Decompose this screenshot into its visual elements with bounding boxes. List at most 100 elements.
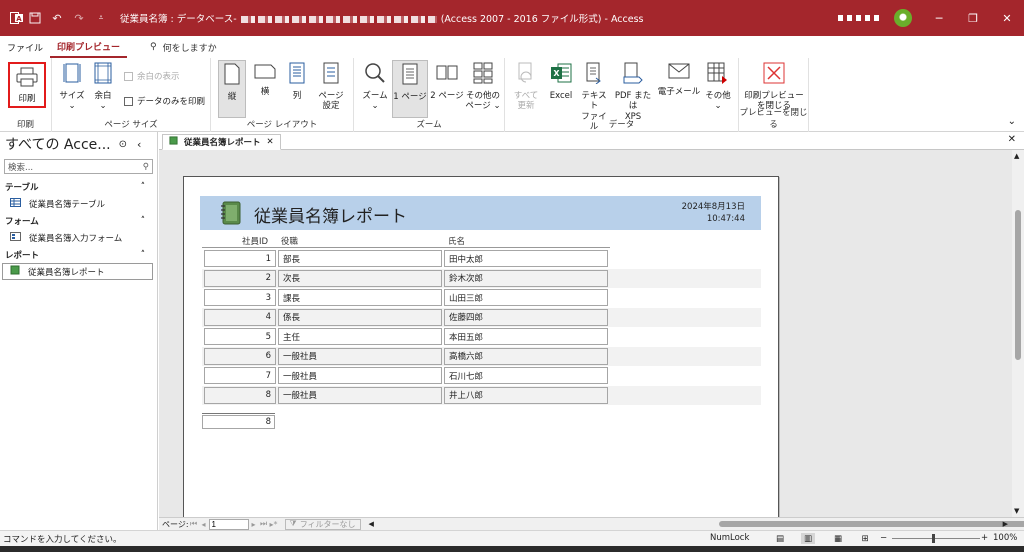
layout-view-icon[interactable]: ▦ xyxy=(831,533,845,544)
two-pages-button[interactable]: 2 ページ xyxy=(430,62,464,101)
name-cell: 石川七郎 xyxy=(444,367,608,384)
employee-id-cell: 8 xyxy=(204,386,276,404)
name-cell: 鈴木次郎 xyxy=(444,269,608,287)
vertical-scrollbar[interactable]: ▲ ▼ xyxy=(1012,150,1024,517)
svg-text:X: X xyxy=(553,69,560,78)
collapse-ribbon-icon[interactable]: ⌄ xyxy=(1008,116,1016,127)
nav-item-employee-form[interactable]: 従業員名簿入力フォーム xyxy=(0,229,157,246)
minimize-button[interactable]: ─ xyxy=(922,0,956,36)
print-preview-view-icon[interactable]: ▥ xyxy=(801,533,815,544)
role-cell: 次長 xyxy=(278,269,442,287)
restore-button[interactable]: ❐ xyxy=(956,0,990,36)
table-row: 2 次長 鈴木次郎 xyxy=(202,268,761,288)
margins-button[interactable]: 余白 ⌄ xyxy=(90,62,116,112)
close-button[interactable]: ✕ xyxy=(990,0,1024,36)
zoom-in-icon[interactable]: + xyxy=(981,533,988,543)
nav-pane-header[interactable]: すべての Acce... ⊙ ‹ xyxy=(0,132,157,156)
print-button[interactable]: 印刷 xyxy=(8,62,46,108)
zoom-slider[interactable] xyxy=(892,538,980,539)
export-email-button[interactable]: 電子メール xyxy=(657,62,701,97)
page-setup-icon xyxy=(315,62,347,88)
text-file-icon xyxy=(578,62,610,88)
more-pages-button[interactable]: その他の ページ ⌄ xyxy=(464,62,502,112)
filter-status[interactable]: ⧩ フィルターなし xyxy=(284,518,361,530)
nav-menu-dropdown-icon[interactable]: ⊙ xyxy=(119,139,127,150)
page-number-input[interactable] xyxy=(208,518,249,530)
prev-page-button[interactable]: ◂ xyxy=(199,520,209,529)
design-view-icon[interactable]: ⊞ xyxy=(858,533,872,544)
tab-print-preview[interactable]: 印刷プレビュー xyxy=(50,36,128,58)
vertical-scroll-thumb[interactable] xyxy=(1015,210,1021,360)
close-print-preview-button[interactable]: 印刷プレビュー を閉じる xyxy=(741,62,807,112)
tab-employee-report[interactable]: 従業員名簿レポート ✕ xyxy=(162,134,281,150)
close-tab-icon[interactable]: ✕ xyxy=(267,137,274,147)
role-cell: 一般社員 xyxy=(278,367,442,384)
collapse-nav-icon[interactable]: ‹ xyxy=(137,138,141,151)
horizontal-scroll-thumb[interactable] xyxy=(719,521,1024,527)
undo-icon[interactable]: ↶ xyxy=(46,7,68,29)
report-page: 従業員名簿レポート 2024年8月13日 10:47:44 社員ID 役職 氏名… xyxy=(183,176,779,517)
tab-file[interactable]: ファイル xyxy=(0,36,50,58)
report-date: 2024年8月13日 xyxy=(681,202,745,212)
employee-id-cell: 7 xyxy=(204,367,276,384)
refresh-all-button[interactable]: すべて 更新 xyxy=(511,62,541,112)
save-icon[interactable] xyxy=(24,7,46,29)
search-icon: ⚲ xyxy=(142,161,149,172)
one-page-button[interactable]: 1 ページ xyxy=(392,60,428,118)
nav-item-employee-table[interactable]: 従業員名簿テーブル xyxy=(0,195,157,212)
landscape-button[interactable]: 横 xyxy=(251,62,279,97)
size-button[interactable]: サイズ ⌄ xyxy=(58,62,86,112)
zoom-group-label: ズーム xyxy=(416,120,442,130)
column-header-role: 役職 xyxy=(281,237,299,247)
next-page-button[interactable]: ▸ xyxy=(249,520,259,529)
search-icon: ⚲ xyxy=(150,42,157,52)
excel-icon: X xyxy=(546,62,576,88)
table-row: 5 主任 本田五郎 xyxy=(202,327,761,346)
nav-search-input[interactable]: 検索... ⚲ xyxy=(4,159,153,174)
new-page-button[interactable]: ▸* xyxy=(269,520,279,529)
customize-toolbar-icon[interactable]: ⩡ xyxy=(90,7,112,29)
report-header: 従業員名簿レポート 2024年8月13日 10:47:44 xyxy=(200,196,761,230)
last-page-button[interactable]: ⏭ xyxy=(259,519,269,529)
report-view-icon[interactable]: ▤ xyxy=(773,533,787,544)
redo-icon[interactable]: ↷ xyxy=(68,7,90,29)
zoom-button[interactable]: ズーム ⌄ xyxy=(360,62,390,112)
table-icon xyxy=(10,197,21,210)
redacted-username xyxy=(838,15,882,21)
show-margins-checkbox[interactable]: 余白の表示 xyxy=(124,70,180,82)
page-setup-button[interactable]: ページ 設定 xyxy=(315,62,347,112)
tell-me-search[interactable]: ⚲ 何をしますか xyxy=(143,36,224,58)
nav-category-tables[interactable]: テーブル ˄ xyxy=(0,178,157,195)
export-pdf-xps-button[interactable]: PDF または XPS xyxy=(611,62,655,122)
count-divider xyxy=(202,413,275,414)
columns-button[interactable]: 列 xyxy=(285,62,309,101)
employee-id-cell: 1 xyxy=(204,250,276,267)
collapse-chevron-icon: ˄ xyxy=(140,249,145,260)
export-excel-button[interactable]: X Excel xyxy=(546,62,576,101)
name-cell: 山田三郎 xyxy=(444,289,608,306)
zoom-slider-thumb[interactable] xyxy=(932,534,935,543)
nav-category-forms[interactable]: フォーム ˄ xyxy=(0,212,157,229)
scroll-left-icon[interactable]: ◀ xyxy=(369,520,374,528)
nav-item-employee-report[interactable]: 従業員名簿レポート xyxy=(2,263,153,280)
scroll-right-icon[interactable]: ▶ xyxy=(1003,520,1008,528)
zoom-out-icon[interactable]: − xyxy=(880,533,887,543)
table-row: 4 係長 佐藤四郎 xyxy=(202,307,761,327)
two-pages-icon xyxy=(430,62,464,88)
scroll-down-icon[interactable]: ▼ xyxy=(1014,507,1019,515)
account-avatar[interactable] xyxy=(894,9,912,27)
page-layout-group-label: ページ レイアウト xyxy=(246,120,318,130)
role-cell: 係長 xyxy=(278,308,442,326)
export-more-button[interactable]: その他 ⌄ xyxy=(703,62,733,112)
envelope-icon xyxy=(657,62,701,84)
printer-icon xyxy=(10,67,44,91)
scroll-up-icon[interactable]: ▲ xyxy=(1014,152,1019,160)
print-data-only-checkbox[interactable]: データのみを印刷 xyxy=(124,95,205,107)
first-page-button[interactable]: ⏮ xyxy=(189,519,199,529)
svg-text:A: A xyxy=(16,15,22,23)
portrait-button[interactable]: 縦 xyxy=(218,60,246,118)
role-cell: 主任 xyxy=(278,328,442,345)
employee-id-cell: 4 xyxy=(204,308,276,326)
close-document-icon[interactable]: ✕ xyxy=(1008,134,1016,145)
nav-category-reports[interactable]: レポート ˄ xyxy=(0,246,157,263)
